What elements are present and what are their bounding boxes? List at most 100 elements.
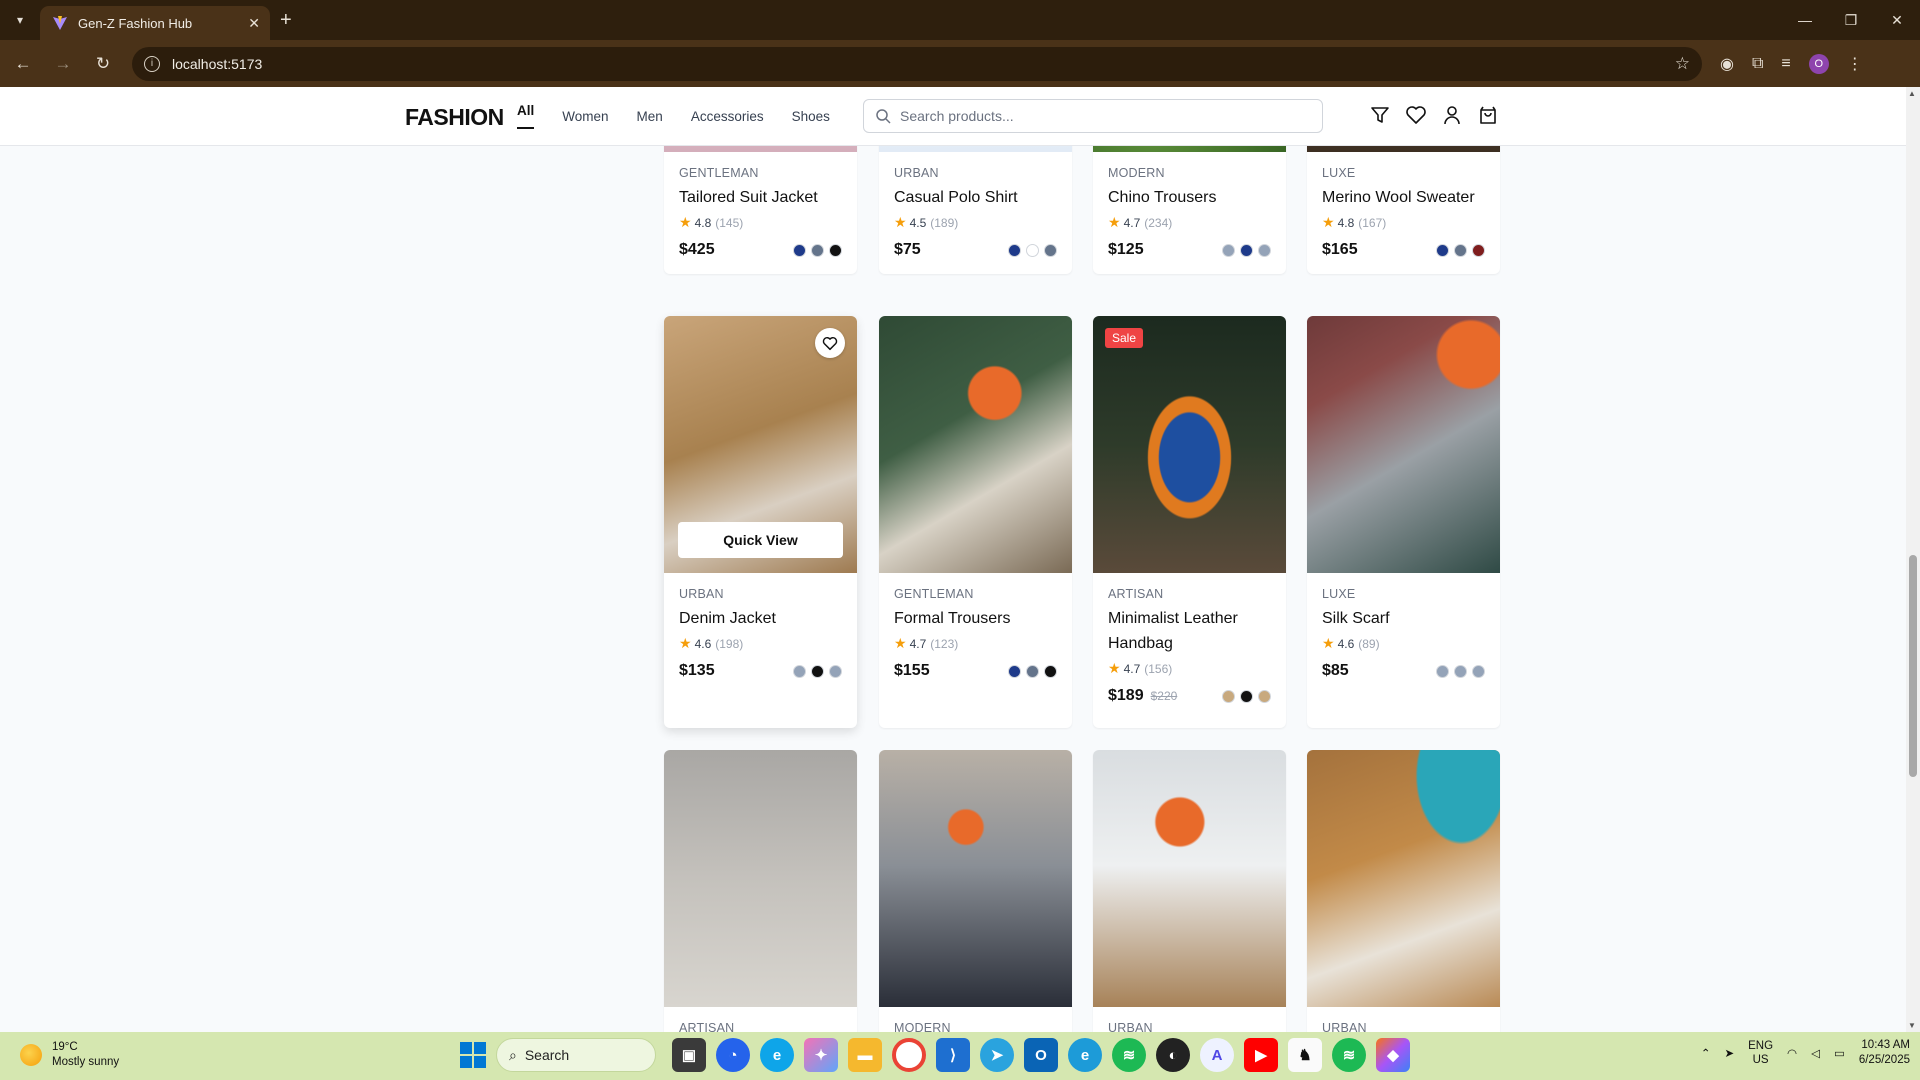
color-swatch[interactable] <box>811 243 824 257</box>
product-image[interactable]: Sale <box>1093 316 1286 573</box>
color-swatch[interactable] <box>1240 689 1253 703</box>
color-swatch[interactable] <box>793 664 806 678</box>
edge-browser-icon[interactable]: e <box>760 1038 794 1072</box>
account-user-icon[interactable] <box>1440 103 1464 127</box>
product-card[interactable]: URBAN <box>1093 750 1286 1032</box>
product-image[interactable] <box>664 750 857 1007</box>
volume-icon[interactable]: ◁ <box>1811 1046 1820 1060</box>
finder-app-icon[interactable]: ◔ <box>716 1038 750 1072</box>
color-swatch[interactable] <box>1222 689 1235 703</box>
wishlist-heart-icon[interactable] <box>815 328 845 358</box>
bookmark-star-icon[interactable]: ☆ <box>1675 54 1690 74</box>
product-card[interactable]: Quick View URBAN Denim Jacket ★ 4.6 (198) … <box>664 316 857 728</box>
nav-all[interactable]: All <box>517 103 535 129</box>
system-clock[interactable]: 10:43 AM 6/25/2025 <box>1859 1038 1910 1068</box>
location-icon[interactable]: ➤ <box>1724 1046 1734 1060</box>
product-card[interactable]: URBAN <box>1307 750 1500 1032</box>
product-name[interactable]: Minimalist Leather Handbag <box>1108 606 1271 656</box>
color-swatch[interactable] <box>829 664 842 678</box>
site-logo[interactable]: FASHION <box>405 104 504 131</box>
product-card[interactable]: Sale ARTISAN Minimalist Leather Handbag … <box>1093 316 1286 728</box>
battery-icon[interactable]: ▭ <box>1834 1046 1845 1060</box>
tray-chevron-up-icon[interactable]: ⌃ <box>1701 1046 1711 1060</box>
product-name[interactable]: Chino Trousers <box>1108 185 1271 210</box>
product-image[interactable]: Quick View <box>664 316 857 573</box>
wishlist-heart-icon[interactable] <box>1404 103 1428 127</box>
task-view-icon[interactable]: ▣ <box>672 1038 706 1072</box>
product-image[interactable] <box>879 750 1072 1007</box>
restore-icon[interactable]: ❐ <box>1828 0 1874 40</box>
browser-tab[interactable]: Gen-Z Fashion Hub ✕ <box>40 6 270 40</box>
site-info-icon[interactable]: i <box>144 55 160 72</box>
color-swatch[interactable] <box>1436 243 1449 257</box>
color-swatch[interactable] <box>829 243 842 257</box>
copilot-icon[interactable]: ✦ <box>804 1038 838 1072</box>
product-image[interactable] <box>879 316 1072 573</box>
color-swatch[interactable] <box>1008 664 1021 678</box>
spotify-icon[interactable]: ≋ <box>1112 1038 1146 1072</box>
tab-search-chevron-icon[interactable]: ▾ <box>0 0 40 40</box>
close-window-icon[interactable]: ✕ <box>1874 0 1920 40</box>
product-name[interactable]: Merino Wool Sweater <box>1322 185 1485 210</box>
outlook-icon[interactable]: O <box>1024 1038 1058 1072</box>
product-image[interactable] <box>1307 750 1500 1007</box>
tab-close-icon[interactable]: ✕ <box>248 15 260 32</box>
edge-dev-icon[interactable]: e <box>1068 1038 1102 1072</box>
new-tab-icon[interactable]: + <box>280 10 292 30</box>
telegram-icon[interactable]: ➤ <box>980 1038 1014 1072</box>
scroll-down-icon[interactable]: ▼ <box>1908 1021 1916 1030</box>
reload-icon[interactable]: ↻ <box>86 47 120 81</box>
spotify-alt-icon[interactable]: ≋ <box>1332 1038 1366 1072</box>
colorful-app-icon[interactable]: ◆ <box>1376 1038 1410 1072</box>
vscode-icon[interactable]: ⟩ <box>936 1038 970 1072</box>
scroll-up-icon[interactable]: ▲ <box>1908 89 1916 98</box>
nav-accessories[interactable]: Accessories <box>691 109 764 124</box>
quick-view-button[interactable]: Quick View <box>678 522 843 558</box>
extensions-puzzle-icon[interactable]: ⧉ <box>1752 55 1763 73</box>
product-card[interactable]: LUXE Silk Scarf ★ 4.6 (89) $85 <box>1307 316 1500 728</box>
product-name[interactable]: Tailored Suit Jacket <box>679 185 842 210</box>
color-swatch[interactable] <box>1454 243 1467 257</box>
product-image[interactable] <box>1093 750 1286 1007</box>
color-swatch[interactable] <box>1472 243 1485 257</box>
product-card[interactable]: GENTLEMAN Formal Trousers ★ 4.7 (123) $155 <box>879 316 1072 728</box>
wifi-icon[interactable]: ◠ <box>1787 1046 1797 1060</box>
nav-shoes[interactable]: Shoes <box>792 109 830 124</box>
github-icon[interactable]: ◐ <box>1156 1038 1190 1072</box>
search-input[interactable] <box>900 108 1322 124</box>
page-scrollbar[interactable]: ▲ ▼ <box>1906 87 1920 1032</box>
product-name[interactable]: Denim Jacket <box>679 606 842 631</box>
color-swatch[interactable] <box>1222 243 1235 257</box>
back-icon[interactable]: ← <box>6 47 40 81</box>
app-store-icon[interactable]: A <box>1200 1038 1234 1072</box>
browser-menu-icon[interactable]: ⋮ <box>1847 54 1863 74</box>
google-lens-icon[interactable]: ◉ <box>1720 54 1734 74</box>
windows-start-icon[interactable] <box>460 1042 486 1068</box>
filter-icon[interactable] <box>1368 103 1392 127</box>
color-swatch[interactable] <box>1436 664 1449 678</box>
product-name[interactable]: Formal Trousers <box>894 606 1057 631</box>
minimize-icon[interactable]: — <box>1782 0 1828 40</box>
color-swatch[interactable] <box>1472 664 1485 678</box>
product-name[interactable]: Casual Polo Shirt <box>894 185 1057 210</box>
youtube-icon[interactable]: ▶ <box>1244 1038 1278 1072</box>
product-card[interactable]: ARTISAN <box>664 750 857 1032</box>
taskbar-search[interactable]: ⌕ Search <box>496 1038 656 1072</box>
color-swatch[interactable] <box>1258 689 1271 703</box>
color-swatch[interactable] <box>1026 664 1039 678</box>
product-card[interactable]: MODERN <box>879 750 1072 1032</box>
profile-avatar[interactable]: O <box>1808 53 1829 74</box>
cart-bag-icon[interactable] <box>1476 103 1500 127</box>
color-swatch[interactable] <box>1454 664 1467 678</box>
color-swatch[interactable] <box>1044 243 1057 257</box>
address-bar[interactable]: i localhost:5173 ☆ <box>132 46 1702 81</box>
input-language[interactable]: ENG US <box>1748 1039 1773 1067</box>
color-swatch[interactable] <box>811 664 824 678</box>
color-swatch[interactable] <box>1008 243 1021 257</box>
color-swatch[interactable] <box>1258 243 1271 257</box>
file-explorer-icon[interactable]: ▬ <box>848 1038 882 1072</box>
nav-women[interactable]: Women <box>562 109 608 124</box>
product-name[interactable]: Silk Scarf <box>1322 606 1485 631</box>
weather-widget[interactable]: 19°C Mostly sunny <box>20 1040 119 1070</box>
game-app-icon[interactable]: ♞ <box>1288 1038 1322 1072</box>
